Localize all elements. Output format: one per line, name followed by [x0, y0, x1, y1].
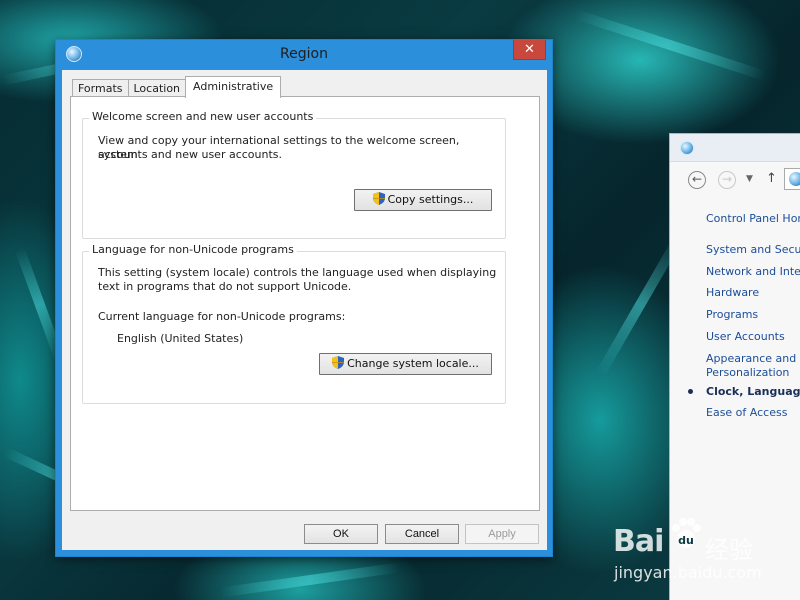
baidu-paw-icon: du [672, 518, 701, 548]
non-unicode-group-title: Language for non-Unicode programs [89, 243, 297, 256]
dialog-body: Formats Location Administrative Welcome … [63, 70, 547, 550]
watermark-suffix: 经验 [705, 536, 753, 564]
tab-strip: Formats Location Administrative [72, 76, 282, 98]
tab-location[interactable]: Location [127, 79, 187, 97]
cp-link-home[interactable]: Control Panel Hor [706, 212, 800, 226]
current-language-label: Current language for non-Unicode program… [98, 310, 346, 323]
close-button[interactable]: ✕ [513, 40, 546, 60]
address-bar[interactable] [784, 168, 800, 190]
control-panel-address-icon [789, 172, 800, 186]
welcome-description-line2: accounts and new user accounts. [98, 148, 283, 161]
up-arrow-icon[interactable]: ↑ [766, 171, 777, 186]
current-language-value: English (United States) [117, 332, 244, 345]
svg-text:du: du [678, 534, 694, 547]
wallpaper-streak [573, 9, 767, 81]
region-titlebar[interactable]: Region ✕ [56, 40, 552, 70]
control-panel-icon [680, 141, 694, 155]
apply-button[interactable]: Apply [465, 524, 539, 544]
cp-link-clock-language[interactable]: Clock, Language, a [706, 385, 800, 399]
current-category-bullet [688, 389, 693, 394]
cp-link-personalization[interactable]: Personalization [706, 366, 789, 380]
cp-link-user-accounts[interactable]: User Accounts [706, 330, 785, 344]
copy-settings-label: Copy settings... [387, 193, 474, 206]
welcome-group-title: Welcome screen and new user accounts [89, 110, 317, 123]
cancel-button[interactable]: Cancel [385, 524, 459, 544]
forward-arrow-icon[interactable]: → [718, 171, 736, 189]
locale-description-line2: text in programs that do not support Uni… [98, 280, 352, 293]
back-arrow-icon[interactable]: ← [688, 171, 706, 189]
administrative-panel: Welcome screen and new user accounts Vie… [70, 96, 540, 511]
change-locale-label: Change system locale... [347, 357, 479, 370]
cp-link-network[interactable]: Network and Inter [706, 265, 800, 279]
cp-link-system-security[interactable]: System and Secur [706, 243, 800, 257]
wallpaper-streak [220, 562, 400, 598]
recent-locations-dropdown-icon[interactable]: ▼ [746, 174, 753, 184]
locale-description-line1: This setting (system locale) controls th… [98, 266, 497, 279]
cp-link-ease-of-access[interactable]: Ease of Access [706, 406, 787, 420]
region-dialog: Region ✕ Formats Location Administrative… [55, 39, 553, 557]
cp-link-programs[interactable]: Programs [706, 308, 758, 322]
control-panel-nav: ← → ▼ ↑ [670, 162, 800, 196]
dialog-title: Region [280, 46, 328, 62]
ok-button[interactable]: OK [304, 524, 378, 544]
watermark-logo: Bai [613, 524, 664, 559]
change-system-locale-button[interactable]: Change system locale... [319, 353, 492, 375]
copy-settings-button[interactable]: Copy settings... [354, 189, 492, 211]
watermark-url: jingyan.baidu.com [614, 563, 762, 582]
tab-formats[interactable]: Formats [72, 79, 129, 97]
uac-shield-icon [372, 192, 385, 205]
tab-administrative[interactable]: Administrative [185, 76, 282, 98]
welcome-screen-group: Welcome screen and new user accounts Vie… [82, 110, 506, 239]
uac-shield-icon [332, 356, 345, 369]
cp-link-appearance[interactable]: Appearance and [706, 352, 796, 366]
non-unicode-group: Language for non-Unicode programs This s… [82, 243, 506, 404]
cp-link-hardware[interactable]: Hardware [706, 286, 759, 300]
control-panel-titlebar[interactable] [670, 134, 800, 162]
